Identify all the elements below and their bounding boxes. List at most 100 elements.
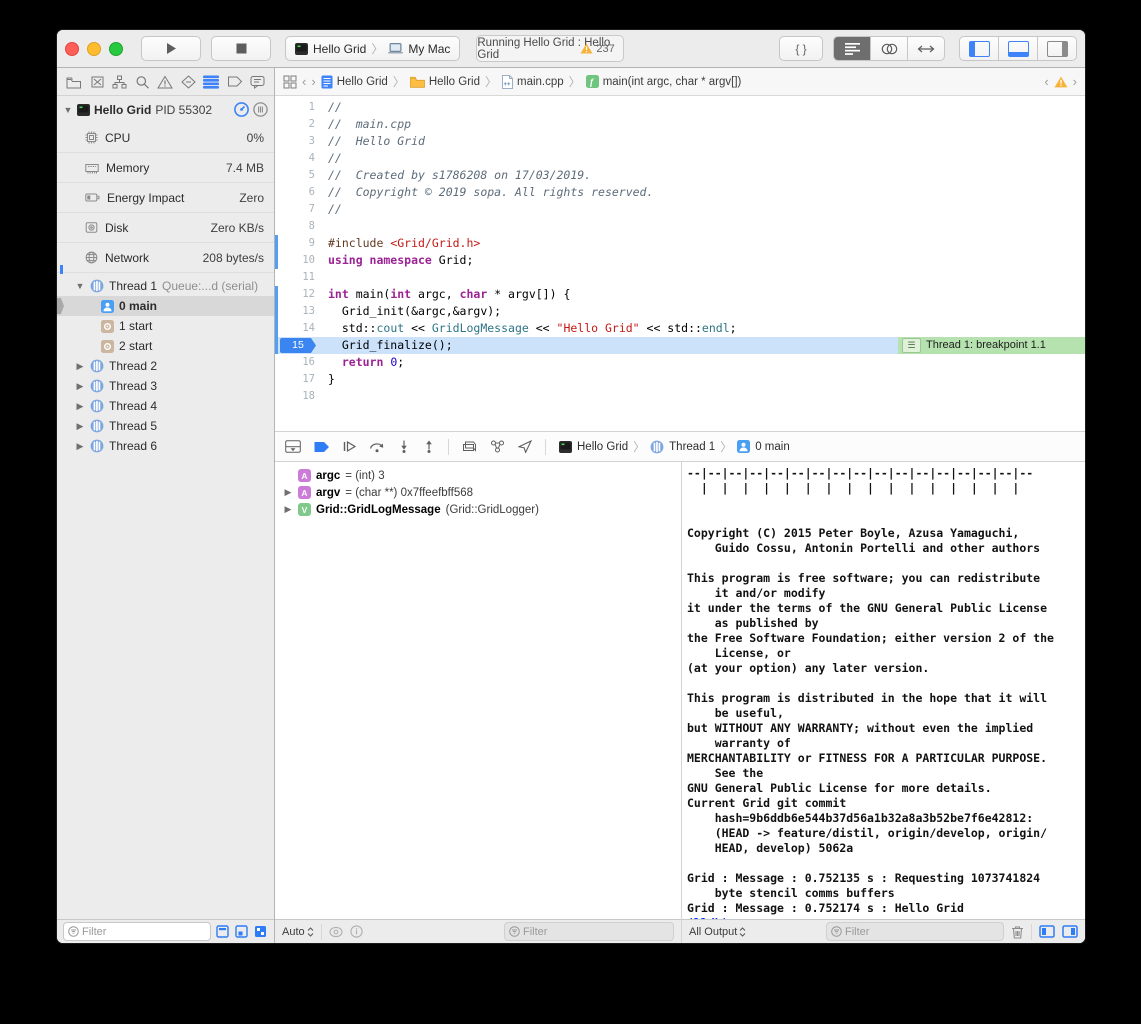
thread-row[interactable]: ▶Thread 6 — [57, 436, 274, 456]
thread-row[interactable]: ▶Thread 2 — [57, 356, 274, 376]
disclosure-closed-icon[interactable]: ▶ — [75, 401, 85, 412]
filter-running-threads-button[interactable] — [215, 924, 230, 939]
code-line[interactable]: 4// — [275, 150, 1085, 167]
disclosure-closed-icon[interactable]: ▶ — [75, 381, 85, 392]
issue-warning-icon[interactable] — [1054, 76, 1068, 88]
continue-button[interactable] — [343, 440, 356, 453]
jumpbar-item[interactable]: ++main.cpp — [502, 75, 564, 89]
code-line[interactable]: 15 Grid_finalize();☰Thread 1: breakpoint… — [275, 337, 1085, 354]
code-line[interactable]: 2// main.cpp — [275, 116, 1085, 133]
issues-navigator-icon[interactable] — [157, 75, 173, 89]
breakpoint-annotation[interactable]: ☰Thread 1: breakpoint 1.1 — [898, 337, 1085, 354]
console-output-scope-dropdown[interactable]: All Output — [689, 926, 746, 938]
disclosure-closed-icon[interactable]: ▶ — [75, 361, 85, 372]
stack-frame-row[interactable]: 2 start — [57, 336, 274, 356]
console-filter-field[interactable]: Filter — [826, 922, 1004, 941]
code-line[interactable]: 5// Created by s1786208 on 17/03/2019. — [275, 167, 1085, 184]
toggle-navigator-button[interactable] — [960, 37, 999, 60]
source-control-navigator-icon[interactable] — [90, 75, 105, 89]
disclosure-closed-icon[interactable]: ▶ — [283, 504, 293, 515]
stop-button[interactable] — [211, 36, 271, 61]
close-window-button[interactable] — [65, 42, 79, 56]
variables-scope-dropdown[interactable]: Auto — [282, 926, 314, 938]
breadcrumb-label[interactable]: Thread 1 — [669, 441, 715, 453]
run-button[interactable] — [141, 36, 201, 61]
minimize-window-button[interactable] — [87, 42, 101, 56]
code-line[interactable]: 18 — [275, 388, 1085, 405]
gauge-row-network[interactable]: Network208 bytes/s — [57, 243, 274, 273]
code-line[interactable]: 13 Grid_init(&argc,&argv); — [275, 303, 1085, 320]
toggle-inspector-button[interactable] — [1038, 37, 1076, 60]
zoom-window-button[interactable] — [109, 42, 123, 56]
thread-row[interactable]: ▶Thread 5 — [57, 416, 274, 436]
clear-console-button[interactable] — [1011, 925, 1024, 939]
breadcrumb-label[interactable]: 0 main — [755, 441, 790, 453]
toggle-console-view-button[interactable] — [1062, 925, 1078, 938]
reports-navigator-icon[interactable] — [250, 75, 265, 89]
thread-row[interactable]: ▶Thread 4 — [57, 396, 274, 416]
code-line[interactable]: 1// — [275, 99, 1085, 116]
console-output[interactable]: --|--|--|--|--|--|--|--|--|--|--|--|--|-… — [682, 462, 1085, 919]
info-icon[interactable] — [350, 925, 363, 938]
related-items-icon[interactable] — [283, 75, 297, 89]
filter-view-mode-button[interactable] — [253, 924, 268, 939]
next-issue-button[interactable]: › — [1073, 74, 1077, 89]
gauge-row-cpu[interactable]: CPU0% — [57, 123, 274, 153]
variables-filter-field[interactable]: Filter — [504, 922, 674, 941]
disclosure-closed-icon[interactable]: ▶ — [283, 487, 293, 498]
stack-frame-row[interactable]: 0 main — [57, 296, 274, 316]
code-line[interactable]: 3// Hello Grid — [275, 133, 1085, 150]
code-line[interactable]: 12int main(int argc, char * argv[]) { — [275, 286, 1085, 303]
step-into-button[interactable] — [398, 440, 410, 453]
previous-issue-button[interactable]: ‹ — [1044, 74, 1048, 89]
quicklook-icon[interactable] — [329, 926, 343, 938]
code-snippets-button[interactable]: { } — [779, 36, 823, 61]
variable-row[interactable]: ▶Aargv= (char **) 0x7ffeefbff568 — [275, 484, 681, 501]
step-over-button[interactable] — [369, 440, 385, 453]
code-line[interactable]: 6// Copyright © 2019 sopa. All rights re… — [275, 184, 1085, 201]
gauge-row-memory[interactable]: Memory7.4 MB — [57, 153, 274, 183]
jumpbar-item[interactable]: Hello Grid — [321, 75, 388, 89]
breakpoints-navigator-icon[interactable] — [227, 75, 243, 88]
tests-navigator-icon[interactable] — [181, 75, 196, 89]
debug-navigator-icon[interactable] — [203, 75, 219, 89]
thread-row[interactable]: ▼Thread 1Queue:...d (serial) — [57, 276, 274, 296]
disclosure-closed-icon[interactable]: ▶ — [75, 421, 85, 432]
breadcrumb-label[interactable]: Hello Grid — [577, 441, 628, 453]
jumpbar-item[interactable]: Hello Grid — [410, 76, 480, 88]
disclosure-open-icon[interactable]: ▼ — [63, 105, 73, 115]
disclosure-open-icon[interactable]: ▼ — [75, 281, 85, 291]
stack-frame-row[interactable]: 1 start — [57, 316, 274, 336]
symbols-navigator-icon[interactable] — [112, 75, 127, 89]
code-line[interactable]: 16 return 0; — [275, 354, 1085, 371]
thread-row[interactable]: ▶Thread 3 — [57, 376, 274, 396]
code-line[interactable]: 14 std::cout << GridLogMessage << "Hello… — [275, 320, 1085, 337]
simulate-location-button[interactable] — [518, 440, 532, 453]
version-editor-button[interactable] — [908, 37, 944, 60]
step-out-button[interactable] — [423, 440, 435, 453]
code-line[interactable]: 17} — [275, 371, 1085, 388]
warning-count-badge[interactable]: 237 — [580, 43, 614, 55]
history-back-button[interactable]: ‹ — [302, 74, 306, 89]
code-line[interactable]: 8 — [275, 218, 1085, 235]
standard-editor-button[interactable] — [834, 37, 871, 60]
filter-stack-frames-button[interactable] — [234, 924, 249, 939]
breakpoint-badge[interactable]: 15 — [280, 338, 316, 353]
gauge-row-energy-impact[interactable]: Energy ImpactZero — [57, 183, 274, 213]
find-navigator-icon[interactable] — [135, 75, 150, 89]
project-navigator-icon[interactable] — [66, 75, 82, 89]
assistant-editor-button[interactable] — [871, 37, 908, 60]
memory-graph-button[interactable] — [490, 440, 505, 453]
breakpoints-toggle-button[interactable] — [314, 441, 330, 453]
disclosure-closed-icon[interactable]: ▶ — [75, 441, 85, 452]
navigator-filter-field[interactable]: Filter — [63, 922, 211, 941]
gauge-indicator-icon[interactable] — [234, 102, 249, 117]
hide-debug-area-button[interactable] — [285, 440, 301, 453]
code-line[interactable]: 10using namespace Grid; — [275, 252, 1085, 269]
code-line[interactable]: 7// — [275, 201, 1085, 218]
variable-row[interactable]: ▶VGrid::GridLogMessage(Grid::GridLogger) — [275, 501, 681, 518]
code-line[interactable]: 11 — [275, 269, 1085, 286]
source-editor[interactable]: 1//2// main.cpp3// Hello Grid4//5// Crea… — [275, 96, 1085, 431]
scheme-selector[interactable]: Hello Grid 〉 My Mac — [285, 36, 460, 61]
view-hierarchy-button[interactable] — [462, 440, 477, 453]
